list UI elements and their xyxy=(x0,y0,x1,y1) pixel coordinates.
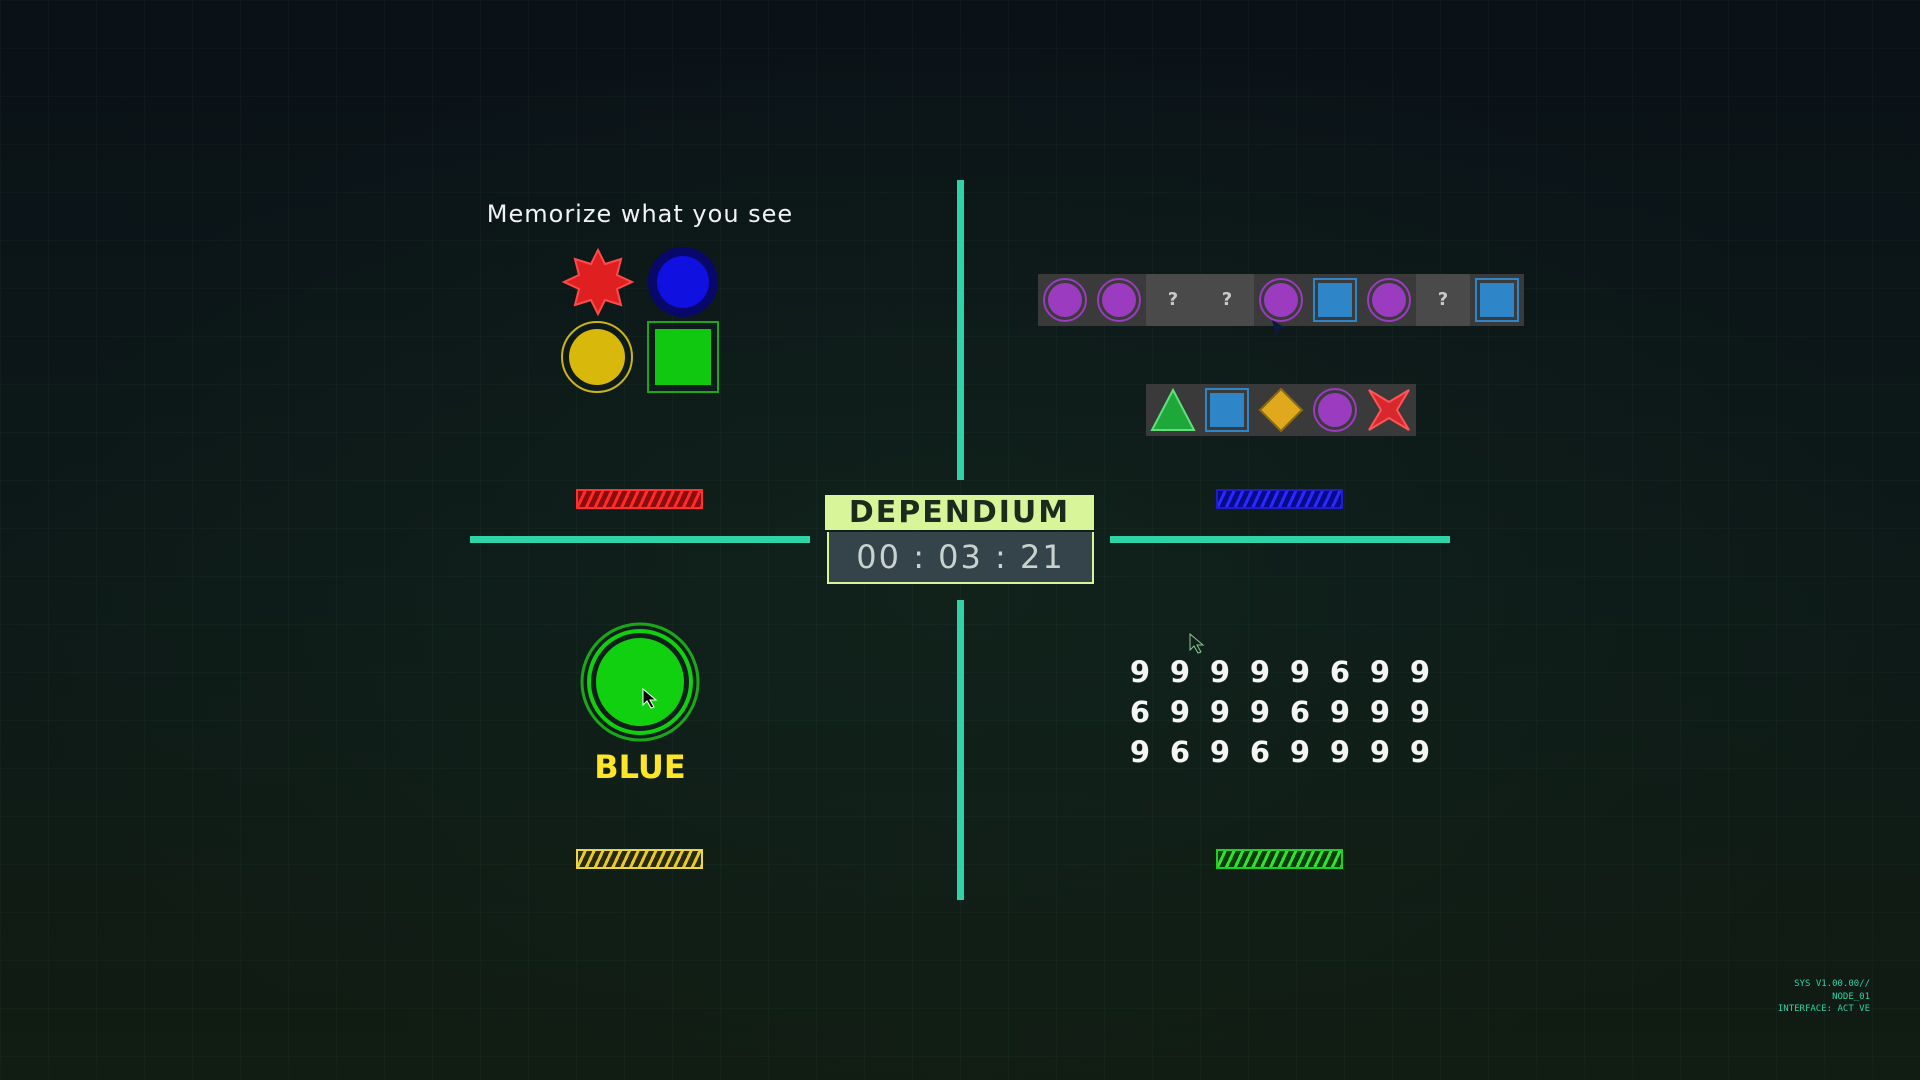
sequence-slot-unknown: ? xyxy=(1200,274,1254,326)
memory-shapes xyxy=(561,247,719,393)
digit-cell[interactable]: 6 xyxy=(1320,652,1360,692)
memory-progress-bar xyxy=(576,489,703,509)
sequence-slot-unknown: ? xyxy=(1146,274,1200,326)
memorize-instruction: Memorize what you see xyxy=(486,200,794,228)
digit-cell[interactable]: 6 xyxy=(1160,732,1200,772)
digit-cell[interactable]: 9 xyxy=(1160,692,1200,732)
triangle-icon xyxy=(1150,387,1196,431)
digit-cell[interactable]: 9 xyxy=(1240,692,1280,732)
digit-progress-bar xyxy=(1216,849,1343,869)
digit-cell[interactable]: 9 xyxy=(1160,652,1200,692)
color-progress-bar xyxy=(576,849,703,869)
color-word-label: BLUE xyxy=(594,748,686,786)
sequence-slot-unknown: ? xyxy=(1416,274,1470,326)
sequence-progress-bar xyxy=(1216,489,1343,509)
option-square-button[interactable] xyxy=(1200,384,1254,436)
divider-right xyxy=(1110,536,1450,543)
blue-circle-icon xyxy=(648,247,718,317)
digit-cell[interactable]: 6 xyxy=(1240,732,1280,772)
divider-top xyxy=(957,180,964,480)
question-mark-icon: ? xyxy=(1437,289,1449,310)
divider-bottom xyxy=(957,600,964,900)
green-color-button[interactable] xyxy=(575,617,705,747)
circle-icon xyxy=(1367,278,1411,322)
circle-icon xyxy=(1313,388,1357,432)
digit-cell[interactable]: 9 xyxy=(1200,652,1240,692)
sequence-slot xyxy=(1038,274,1092,326)
square-icon xyxy=(1475,278,1519,322)
digit-cell[interactable]: 9 xyxy=(1200,692,1240,732)
digit-cell[interactable]: 9 xyxy=(1360,732,1400,772)
digit-cell[interactable]: 9 xyxy=(1120,652,1160,692)
system-interface: INTERFACE: ACT VE xyxy=(1777,1004,1870,1014)
system-info: SYS V1.00.00// NODE_01 INTERFACE: ACT VE xyxy=(1778,978,1870,1016)
digit-cell[interactable]: 9 xyxy=(1200,732,1240,772)
sequence-slot xyxy=(1092,274,1146,326)
game-logo: DEPENDIUM xyxy=(825,495,1094,530)
cursor-icon xyxy=(1272,320,1286,336)
question-mark-icon: ? xyxy=(1221,289,1233,310)
digit-cell[interactable]: 9 xyxy=(1320,732,1360,772)
digit-cell[interactable]: 9 xyxy=(1360,692,1400,732)
digit-cell[interactable]: 9 xyxy=(1400,692,1440,732)
digit-cell[interactable]: 9 xyxy=(1280,732,1320,772)
sequence-slot xyxy=(1362,274,1416,326)
green-square-icon xyxy=(647,321,719,393)
digit-cell[interactable]: 9 xyxy=(1280,652,1320,692)
pointer-outline-icon xyxy=(1189,632,1205,654)
option-diamond-button[interactable] xyxy=(1254,384,1308,436)
option-triangle-button[interactable] xyxy=(1146,384,1200,436)
digit-cell[interactable]: 9 xyxy=(1240,652,1280,692)
red-star-icon xyxy=(561,247,635,317)
game-hud: DEPENDIUM 00 : 03 : 21 xyxy=(825,495,1094,585)
digit-cell[interactable]: 6 xyxy=(1280,692,1320,732)
sequence-slot xyxy=(1470,274,1524,326)
x-star-icon xyxy=(1368,389,1410,431)
question-mark-icon: ? xyxy=(1167,289,1179,310)
digit-cell[interactable]: 6 xyxy=(1120,692,1160,732)
digit-cell[interactable]: 9 xyxy=(1360,652,1400,692)
circle-icon xyxy=(1097,278,1141,322)
system-version: SYS V1.00.00// xyxy=(1794,979,1870,989)
option-x-star-button[interactable] xyxy=(1362,384,1416,436)
divider-left xyxy=(470,536,810,543)
square-icon xyxy=(1313,278,1357,322)
digit-cell[interactable]: 9 xyxy=(1120,732,1160,772)
square-icon xyxy=(1205,388,1249,432)
sequence-slot xyxy=(1308,274,1362,326)
option-circle-button[interactable] xyxy=(1308,384,1362,436)
game-timer: 00 : 03 : 21 xyxy=(827,532,1094,584)
yellow-circle-icon xyxy=(561,321,633,393)
circle-icon xyxy=(1043,278,1087,322)
system-node: NODE_01 xyxy=(1832,991,1870,1002)
digit-cell[interactable]: 9 xyxy=(1400,732,1440,772)
pointer-icon xyxy=(642,687,658,709)
digit-cell[interactable]: 9 xyxy=(1400,652,1440,692)
digit-cell[interactable]: 9 xyxy=(1320,692,1360,732)
diamond-icon xyxy=(1258,387,1304,433)
